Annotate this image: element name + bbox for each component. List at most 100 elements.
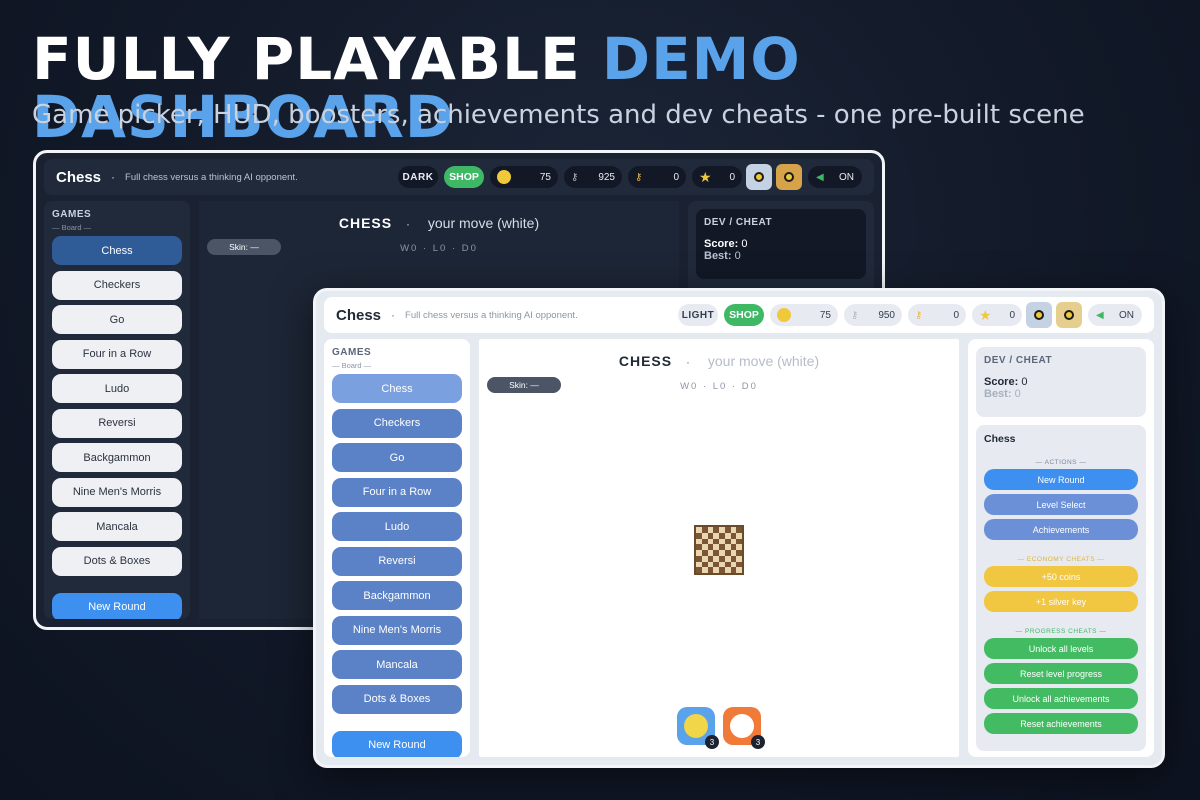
game-item-reversi[interactable]: Reversi xyxy=(332,546,462,576)
silver-key-counter: ⚷ 925 xyxy=(564,166,622,188)
dev-cheat-title: DEV / CHEAT xyxy=(984,355,1053,366)
game-item-mancala[interactable]: Mancala xyxy=(332,650,462,679)
dev-cheat-panel: DEV / CHEAT Score: 0 Best: 0 xyxy=(976,347,1146,417)
booster-ring[interactable]: 3 xyxy=(723,707,765,749)
silver-key-value: 950 xyxy=(878,309,895,321)
sound-toggle[interactable]: ◀ ON xyxy=(1088,304,1142,326)
game-item-go[interactable]: Go xyxy=(332,443,462,472)
new-round-action-button[interactable]: New Round xyxy=(984,469,1138,490)
chess-board[interactable] xyxy=(694,525,744,575)
booster-count-badge: 3 xyxy=(751,735,765,749)
dev-cheat-title: DEV / CHEAT xyxy=(704,217,773,228)
booster-hint[interactable]: 3 xyxy=(677,707,719,749)
win-loss-record: W0 · L0 · D0 xyxy=(400,243,478,254)
skin-piece-icon xyxy=(784,172,794,182)
game-item-backgammon[interactable]: Backgammon xyxy=(332,581,462,610)
category-label: — Board — xyxy=(52,223,92,232)
star-counter: ★ 0 xyxy=(972,304,1022,326)
score-line: Score: 0 xyxy=(704,238,858,250)
unlock-achievements-button[interactable]: Unlock all achievements xyxy=(984,688,1138,709)
game-item-dots-boxes[interactable]: Dots & Boxes xyxy=(332,684,462,714)
sound-toggle[interactable]: ◀ ON xyxy=(808,166,862,188)
skin-slot-2[interactable] xyxy=(776,164,802,190)
stage-game-name: CHESS xyxy=(618,353,673,369)
best-value: 0 xyxy=(1014,388,1021,400)
achievements-button[interactable]: Achievements xyxy=(984,519,1138,540)
coin-booster-icon xyxy=(684,714,708,738)
best-line: Best: 0 xyxy=(984,388,1138,400)
games-sidebar: GAMES — Board — Chess Checkers Go Four i… xyxy=(44,201,190,619)
game-item-nine-mens-morris[interactable]: Nine Men's Morris xyxy=(332,615,462,645)
hud-bar: Chess · Full chess versus a thinking AI … xyxy=(44,159,874,195)
new-round-button[interactable]: New Round xyxy=(332,730,462,757)
turn-status: your move (white) xyxy=(707,353,820,369)
level-select-button[interactable]: Level Select xyxy=(984,494,1138,515)
game-item-four-in-a-row[interactable]: Four in a Row xyxy=(332,477,462,507)
coin-icon xyxy=(497,170,511,184)
skin-piece-icon xyxy=(1064,310,1074,320)
games-label: GAMES xyxy=(52,209,92,220)
best-label: Best: xyxy=(704,250,732,262)
stage-title: CHESS · your move (white) xyxy=(199,215,679,231)
game-item-mancala[interactable]: Mancala xyxy=(52,512,182,541)
stage-title: CHESS · your move (white) xyxy=(479,353,959,369)
gold-key-counter: ⚷ 0 xyxy=(908,304,966,326)
unlock-levels-button[interactable]: Unlock all levels xyxy=(984,638,1138,659)
reset-level-progress-button[interactable]: Reset level progress xyxy=(984,663,1138,684)
shop-button[interactable]: SHOP xyxy=(444,166,484,188)
sound-state: ON xyxy=(1119,309,1134,321)
game-item-ludo[interactable]: Ludo xyxy=(332,512,462,541)
game-item-chess[interactable]: Chess xyxy=(332,374,462,403)
game-item-backgammon[interactable]: Backgammon xyxy=(52,443,182,472)
best-label: Best: xyxy=(984,388,1012,400)
turn-status: your move (white) xyxy=(427,215,540,231)
stage-game-name: CHESS xyxy=(338,215,393,231)
new-round-button[interactable]: New Round xyxy=(52,592,182,619)
game-description: Full chess versus a thinking AI opponent… xyxy=(125,171,298,183)
skin-slot-1[interactable] xyxy=(746,164,772,190)
economy-section-label: — ECONOMY CHEATS — xyxy=(1017,556,1105,563)
add-silver-key-button[interactable]: +1 silver key xyxy=(984,591,1138,612)
star-icon: ★ xyxy=(699,169,712,185)
skin-slot-2[interactable] xyxy=(1056,302,1082,328)
silver-key-icon: ⚷ xyxy=(851,309,859,321)
add-coins-button[interactable]: +50 coins xyxy=(984,566,1138,587)
score-label: Score: xyxy=(984,376,1019,388)
star-counter: ★ 0 xyxy=(692,166,742,188)
game-item-checkers[interactable]: Checkers xyxy=(332,408,462,438)
actions-panel: Chess — ACTIONS — New Round Level Select… xyxy=(976,425,1146,751)
game-item-ludo[interactable]: Ludo xyxy=(52,374,182,403)
theme-toggle-button[interactable]: DARK xyxy=(398,166,438,188)
win-loss-record: W0 · L0 · D0 xyxy=(680,381,758,392)
game-title: Chess xyxy=(336,306,382,324)
category-label: — Board — xyxy=(332,361,372,370)
silver-key-counter: ⚷ 950 xyxy=(844,304,902,326)
ring-booster-icon xyxy=(730,714,754,738)
speaker-icon: ◀ xyxy=(816,171,824,183)
silver-key-icon: ⚷ xyxy=(571,171,579,183)
score-label: Score: xyxy=(704,238,739,250)
score-value: 0 xyxy=(741,238,748,250)
game-item-reversi[interactable]: Reversi xyxy=(52,408,182,438)
board-square[interactable] xyxy=(736,567,742,573)
silver-key-value: 925 xyxy=(598,171,615,183)
game-item-nine-mens-morris[interactable]: Nine Men's Morris xyxy=(52,477,182,507)
theme-toggle-button[interactable]: LIGHT xyxy=(678,304,718,326)
light-theme-window: Chess · Full chess versus a thinking AI … xyxy=(313,288,1165,768)
game-item-dots-boxes[interactable]: Dots & Boxes xyxy=(52,546,182,576)
star-value: 0 xyxy=(729,171,735,183)
stage-separator: · xyxy=(405,217,410,231)
star-value: 0 xyxy=(1009,309,1015,321)
game-item-go[interactable]: Go xyxy=(52,305,182,334)
game-item-chess[interactable]: Chess xyxy=(52,236,182,265)
gold-key-icon: ⚷ xyxy=(635,171,643,183)
gold-key-counter: ⚷ 0 xyxy=(628,166,686,188)
shop-button[interactable]: SHOP xyxy=(724,304,764,326)
skin-slot-1[interactable] xyxy=(1026,302,1052,328)
game-item-four-in-a-row[interactable]: Four in a Row xyxy=(52,339,182,369)
speaker-icon: ◀ xyxy=(1096,309,1104,321)
reset-achievements-button[interactable]: Reset achievements xyxy=(984,713,1138,734)
best-line: Best: 0 xyxy=(704,250,858,262)
game-stage[interactable]: CHESS · your move (white) Skin: — W0 · L… xyxy=(479,339,959,757)
game-item-checkers[interactable]: Checkers xyxy=(52,270,182,300)
